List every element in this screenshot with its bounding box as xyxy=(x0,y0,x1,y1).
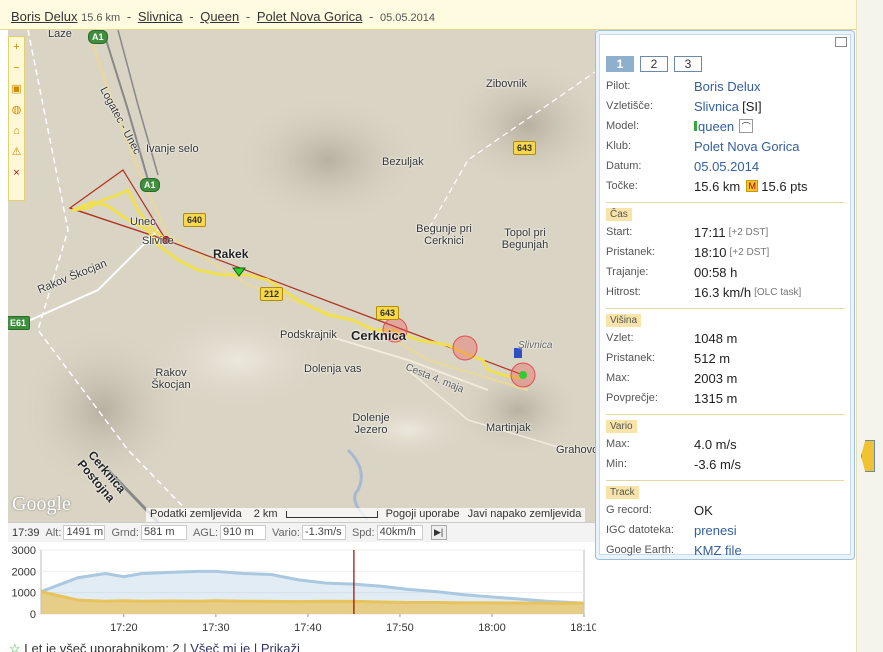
height-section: Višina Vzlet: 1048 m Pristanek: 512 m Max:… xyxy=(606,308,844,408)
road-shield: 643 xyxy=(376,306,400,320)
place-label: Dolenja vas xyxy=(304,363,362,375)
tab-2[interactable]: 2 xyxy=(640,56,668,72)
alt-field: 1491 m xyxy=(63,525,106,540)
glider-link[interactable]: Queen xyxy=(200,9,239,24)
place-label: Slivnica xyxy=(518,340,553,351)
info-tabs: 1 2 3 xyxy=(606,56,844,72)
place-label: Rakov Škocjan xyxy=(151,367,191,391)
globe-icon[interactable]: ◍ xyxy=(9,100,24,121)
terms-link[interactable]: Pogoji uporabe xyxy=(382,508,464,522)
place-label: Slivice xyxy=(142,235,174,247)
place-label: Grahovo xyxy=(556,444,596,456)
place-label: Bezuljak xyxy=(382,156,424,168)
club-link[interactable]: Polet Nova Gorica xyxy=(257,9,363,24)
club-link[interactable]: Polet Nova Gorica xyxy=(694,139,800,154)
altitude-chart[interactable]: 3000 2000 1000 0 17:20 17:30 17:40 17:50 18:00 18… xyxy=(8,542,598,640)
date-label: 05.05.2014 xyxy=(379,12,436,24)
close-icon[interactable]: × xyxy=(9,163,24,184)
track-section: Track G record: OK IGC datoteka: prenesi G… xyxy=(606,480,844,560)
x-tick-label: 17:20 xyxy=(110,622,138,634)
place-label: Begunje pri Cerknici xyxy=(416,223,472,247)
agl-field: 910 m xyxy=(220,525,267,540)
pilot-link[interactable]: Boris Delux xyxy=(11,9,77,24)
pilot-link[interactable]: Boris Delux xyxy=(694,79,760,94)
place-label: Cerknica xyxy=(351,328,406,343)
road-shield: 643 xyxy=(513,141,537,155)
report-link[interactable]: Javi napako zemljevida xyxy=(464,508,586,522)
scale-label: 2 km xyxy=(246,508,382,522)
glider-icon: ⌒ xyxy=(739,119,754,133)
road-shield: E61 xyxy=(8,316,31,330)
y-tick-label: 2000 xyxy=(12,566,36,578)
distance-label: 15.6 km xyxy=(81,12,121,24)
tab-3[interactable]: 3 xyxy=(674,56,702,72)
x-tick-label: 17:40 xyxy=(294,622,322,634)
altitude-chart-svg: 3000 2000 1000 0 17:20 17:30 17:40 17:50 18:00 18… xyxy=(12,545,598,634)
flight-info-panel: 1 2 3 Pilot: Boris Delux Vzletišče: Slivni… xyxy=(595,30,855,560)
zoom-out-icon[interactable]: − xyxy=(9,58,24,79)
place-label: Martinjak xyxy=(486,422,531,434)
ground-field: 581 m xyxy=(140,525,187,540)
launch-link[interactable]: Slivnica xyxy=(138,9,183,24)
time-section: Čas Start: 17:11 [+2 DST] Pristanek: 18:10[… xyxy=(606,202,844,302)
olc-icon: M xyxy=(746,180,759,192)
glider-class-icon xyxy=(694,121,697,131)
date-link[interactable]: 05.05.2014 xyxy=(694,159,759,174)
road-shield: A1 xyxy=(140,178,160,192)
place-label: Zibovnik xyxy=(486,78,527,90)
side-panel-tab[interactable] xyxy=(861,440,875,472)
show-link[interactable]: Prikaži xyxy=(261,641,300,652)
x-tick-label: 18:10 xyxy=(570,622,596,634)
vario-field: -1.3m/s xyxy=(301,525,346,540)
scale-bar xyxy=(285,510,378,518)
kmz-link[interactable]: KMZ file xyxy=(694,543,742,558)
thumb-icon: ☆ xyxy=(9,641,21,652)
place-label: Ivanje selo xyxy=(146,143,199,155)
map-view[interactable]: Laze Logatec - Unec Ivanje selo Unec Sli… xyxy=(8,30,596,522)
y-tick-label: 1000 xyxy=(12,588,36,600)
x-tick-label: 18:00 xyxy=(478,622,506,634)
igc-download-link[interactable]: prenesi xyxy=(694,523,737,538)
home-icon[interactable]: ⌂ xyxy=(9,121,24,142)
launch-link[interactable]: Slivnica xyxy=(694,99,739,114)
readout-time: 17:39 xyxy=(12,526,40,539)
track-readout: 17:39 Alt: 1491 m Grnd: 581 m AGL: 910 m Va… xyxy=(8,522,596,542)
likes-line: ☆ Let je všeč uporabnikom: 2 | Všeč mi j… xyxy=(9,641,300,652)
y-tick-label: 0 xyxy=(30,609,36,621)
map-footer: Podatki zemljevida 2 km Pogoji uporabe J… xyxy=(146,508,586,522)
place-label: Topol pri Begunjah xyxy=(501,227,549,251)
play-button[interactable]: ▶| xyxy=(430,525,447,540)
map-toolbar: + − ▣ ◍ ⌂ ⚠ × xyxy=(8,36,25,201)
road-shield: 640 xyxy=(183,213,207,227)
y-tick-label: 3000 xyxy=(12,545,36,557)
vario-section: Vario Max: 4.0 m/s Min: -3.6 m/s xyxy=(606,414,844,474)
place-label: Rakek xyxy=(213,247,249,261)
model-link[interactable]: queen xyxy=(698,119,734,134)
map-data-link[interactable]: Podatki zemljevida xyxy=(146,508,246,522)
road-shield: A1 xyxy=(88,30,108,44)
place-label: Unec xyxy=(130,216,156,228)
tab-1[interactable]: 1 xyxy=(606,56,634,72)
road-shield: 212 xyxy=(260,287,284,301)
zoom-in-icon[interactable]: + xyxy=(9,37,24,58)
warning-icon[interactable]: ⚠ xyxy=(9,142,24,163)
speed-field: 40km/h xyxy=(376,525,423,540)
flight-header: Boris Delux 15.6 km - Slivnica - Queen -… xyxy=(0,0,883,30)
x-tick-label: 17:50 xyxy=(386,622,414,634)
like-link[interactable]: Všeč mi je xyxy=(190,641,250,652)
place-label: Podskrajnik xyxy=(280,329,337,341)
google-logo: Google xyxy=(12,493,71,515)
place-label: Laze xyxy=(48,30,72,40)
x-tick-label: 17:30 xyxy=(202,622,230,634)
fit-icon[interactable]: ▣ xyxy=(9,79,24,100)
page-scrollbar[interactable] xyxy=(856,0,883,652)
place-label: Dolenje Jezero xyxy=(352,412,390,436)
maximize-icon[interactable] xyxy=(835,37,847,47)
